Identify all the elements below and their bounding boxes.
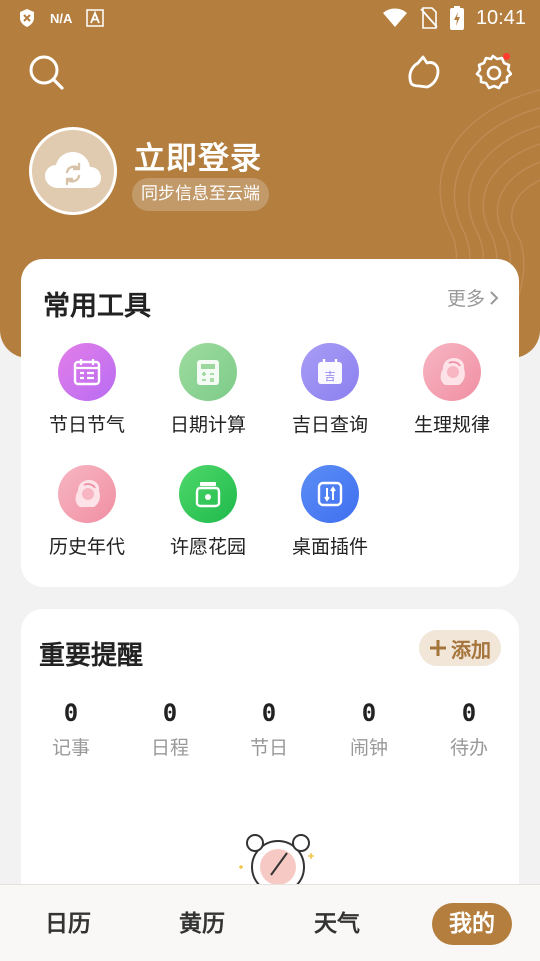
tool-history[interactable]: 历史年代 <box>26 465 148 559</box>
tool-label: 日期计算 <box>169 414 246 436</box>
plus-icon <box>430 640 446 656</box>
stat-schedule[interactable]: 0 日程 <box>120 699 220 760</box>
stat-count: 0 <box>461 699 477 727</box>
tool-label: 节日节气 <box>48 414 125 436</box>
stat-alarm[interactable]: 0 闹钟 <box>319 699 419 760</box>
tools-card: 常用工具 更多 节日节气 日期计算 吉 吉日查询 生理规律 历史年代 许愿花园 … <box>21 259 519 587</box>
search-icon <box>29 55 64 90</box>
add-reminder-button[interactable]: 添加 <box>419 630 501 666</box>
calculator-icon <box>179 343 237 401</box>
avatar[interactable] <box>29 127 117 215</box>
tab-calendar[interactable]: 日历 <box>28 903 108 945</box>
bottom-nav: 日历 黄历 天气 我的 <box>0 884 540 961</box>
stat-todo[interactable]: 0 待办 <box>419 699 519 760</box>
tool-cycle[interactable]: 生理规律 <box>391 343 513 437</box>
shield-icon <box>20 9 34 27</box>
stat-count: 0 <box>63 699 79 727</box>
stat-label: 闹钟 <box>349 737 388 759</box>
stat-count: 0 <box>162 699 178 727</box>
clock: 10:41 <box>475 6 526 29</box>
tool-label: 历史年代 <box>48 536 125 558</box>
stat-festival[interactable]: 0 节日 <box>219 699 319 760</box>
tool-label: 许愿花园 <box>169 536 246 558</box>
skin-button[interactable] <box>404 52 444 92</box>
wifi-icon <box>382 8 407 27</box>
alarm-clock-illustration <box>239 834 314 889</box>
font-a-icon <box>86 9 105 27</box>
sync-badge: 同步信息至云端 <box>132 178 269 211</box>
network-status: N/A <box>50 10 73 26</box>
tool-label: 生理规律 <box>413 414 490 436</box>
tool-label: 吉日查询 <box>291 414 368 436</box>
reminders-card: 重要提醒 添加 0 记事 0 日程 0 节日 0 闹钟 0 待办 <box>21 609 519 929</box>
tool-festivals[interactable]: 节日节气 <box>26 343 148 437</box>
no-sim-icon <box>420 7 438 29</box>
tool-widgets[interactable]: 桌面插件 <box>269 465 391 559</box>
widget-icon <box>301 465 359 523</box>
add-label: 添加 <box>451 637 491 662</box>
stat-label: 记事 <box>51 737 90 759</box>
calendar-icon <box>58 343 116 401</box>
tool-wish-garden[interactable]: 许愿花园 <box>147 465 269 559</box>
settings-button[interactable] <box>473 52 513 92</box>
woman-icon <box>423 343 481 401</box>
reminders-title: 重要提醒 <box>39 641 144 671</box>
status-bar: N/A 10:41 <box>0 0 540 36</box>
search-button[interactable] <box>26 52 66 92</box>
tools-title: 常用工具 <box>43 291 151 322</box>
skin-icon <box>408 55 440 89</box>
stat-count: 0 <box>361 699 377 727</box>
stat-notes[interactable]: 0 记事 <box>21 699 121 760</box>
lucky-calendar-icon: 吉 <box>301 343 359 401</box>
cloud-sync-icon <box>45 152 101 188</box>
stat-label: 节日 <box>249 737 288 759</box>
tool-label: 桌面插件 <box>291 536 368 558</box>
stat-label: 待办 <box>449 737 488 759</box>
tab-weather[interactable]: 天气 <box>297 903 377 945</box>
login-link[interactable]: 立即登录 <box>134 133 262 178</box>
more-tools-link[interactable]: 更多 <box>447 284 499 311</box>
tool-lucky-day[interactable]: 吉 吉日查询 <box>269 343 391 437</box>
woman-icon <box>58 465 116 523</box>
stat-count: 0 <box>261 699 277 727</box>
battery-icon <box>449 6 464 30</box>
tool-date-calc[interactable]: 日期计算 <box>147 343 269 437</box>
svg-text:吉: 吉 <box>325 370 336 383</box>
tab-mine[interactable]: 我的 <box>432 903 512 945</box>
stat-label: 日程 <box>150 737 189 759</box>
notification-dot <box>503 53 510 60</box>
tab-almanac[interactable]: 黄历 <box>162 903 242 945</box>
more-label: 更多 <box>446 288 485 310</box>
wish-jar-icon <box>179 465 237 523</box>
chevron-right-icon <box>490 290 499 305</box>
